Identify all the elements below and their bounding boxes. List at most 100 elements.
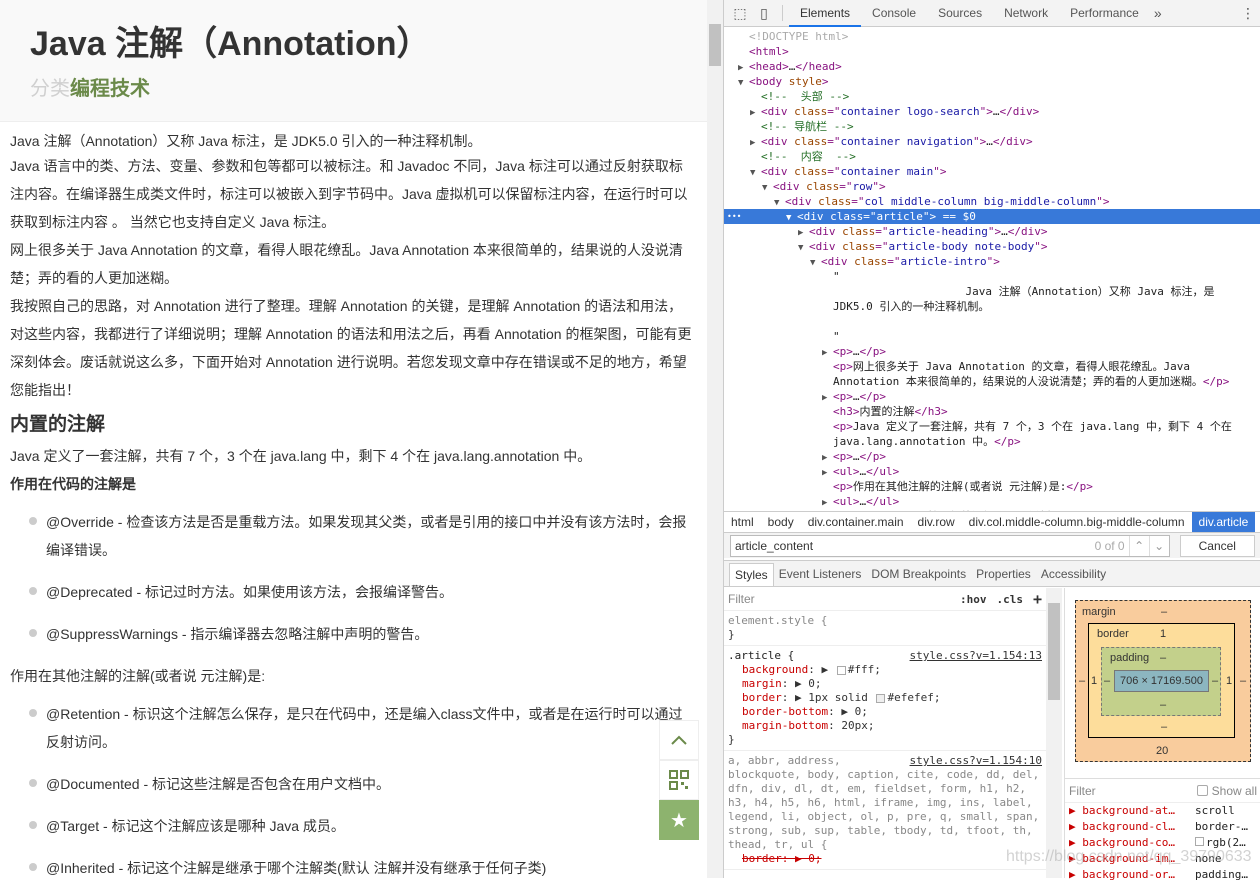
dom-node[interactable]: Annotation 本来很简单的，结果说的人没说清楚；弄的看的人更加迷糊。</… <box>724 374 1260 389</box>
dom-node[interactable]: " <box>724 269 1260 284</box>
dom-node[interactable]: ▶ <div class="container navigation">…</di… <box>724 134 1260 149</box>
breadcrumb-item[interactable]: html <box>724 512 761 532</box>
dom-node[interactable]: " <box>724 329 1260 344</box>
dom-node[interactable]: ▶ <ul>…</ul> <box>724 464 1260 479</box>
search-cancel-button[interactable]: Cancel <box>1179 534 1255 557</box>
tab-performance[interactable]: Performance <box>1059 0 1150 27</box>
dom-token-txt: 网上很多关于 Java Annotation 的文章，看得人眼花缭乱。Java <box>852 360 1190 373</box>
tab-sources[interactable]: Sources <box>927 0 993 27</box>
search-next-icon[interactable]: ⌄ <box>1148 535 1169 556</box>
category-link[interactable]: 编程技术 <box>70 78 150 100</box>
dom-node[interactable]: ▶ <p>…</p> <box>724 389 1260 404</box>
dom-node[interactable]: ▼ <div class="row"> <box>724 179 1260 194</box>
breadcrumb-item[interactable]: div.col.middle-column.big-middle-column <box>962 512 1192 532</box>
kebab-menu-icon[interactable]: ⋮ <box>1236 5 1260 22</box>
favorite-button[interactable]: ★ <box>659 800 699 840</box>
scrollbar-thumb[interactable] <box>709 24 721 66</box>
dom-node[interactable]: java.lang.annotation 中。</p> <box>724 434 1260 449</box>
cls-toggle[interactable]: .cls <box>996 593 1023 606</box>
inspect-element-icon[interactable]: ⬚ <box>728 5 752 22</box>
breadcrumb-item[interactable]: body <box>761 512 801 532</box>
dom-node[interactable]: <p>作用在其他注解的注解(或者说 元注解)是:</p> <box>724 479 1260 494</box>
dom-node[interactable] <box>724 314 1260 329</box>
dom-node[interactable]: ▼ <div class="col middle-column big-middl… <box>724 194 1260 209</box>
dom-node[interactable]: <h3>内置的注解</h3> <box>724 404 1260 419</box>
styles-filter-input[interactable]: Filter <box>728 592 950 606</box>
dom-node[interactable]: ▶ <head>…</head> <box>724 59 1260 74</box>
css-property[interactable]: background: ▶ #fff; <box>728 663 1042 677</box>
rule-source-link[interactable]: style.css?v=1.154:13 <box>910 649 1042 663</box>
breadcrumb-item[interactable]: div.row <box>911 512 962 532</box>
dom-node[interactable]: <!-- 头部 --> <box>724 89 1260 104</box>
breadcrumb-item[interactable]: div.container.main <box>801 512 911 532</box>
color-swatch[interactable] <box>836 665 846 675</box>
tab-network[interactable]: Network <box>993 0 1059 27</box>
css-property[interactable]: margin: ▶ 0; <box>728 677 1042 691</box>
styles-scrollbar[interactable] <box>1046 588 1062 878</box>
dom-node[interactable]: <!-- 导航栏 --> <box>724 119 1260 134</box>
dom-node[interactable]: Java 注解（Annotation）又称 Java 标注，是 <box>724 284 1260 299</box>
search-value[interactable]: article_content <box>731 539 1095 553</box>
computed-filter-input[interactable]: Filter <box>1069 784 1197 798</box>
dom-token-com: <!-- 内容 --> <box>761 150 856 163</box>
dom-node[interactable]: ▼ <div class="article-intro"> <box>724 254 1260 269</box>
tab-event-listeners[interactable]: Event Listeners <box>774 563 867 586</box>
dom-node[interactable]: <!-- 内容 --> <box>724 149 1260 164</box>
tab-accessibility[interactable]: Accessibility <box>1036 563 1111 586</box>
dom-node[interactable]: <!DOCTYPE html> <box>724 29 1260 44</box>
tab-styles[interactable]: Styles <box>729 563 774 586</box>
scrollbar-thumb[interactable] <box>1048 603 1060 700</box>
css-property[interactable]: margin-bottom: 20px; <box>728 719 1042 733</box>
new-rule-button[interactable]: + <box>1033 590 1042 608</box>
box-model-border: border 1 – 1 1 padding – – – – 706 × 171… <box>1088 623 1235 738</box>
dom-node-selected[interactable]: ••• ▼ <div class="article"> == $0 <box>724 209 1260 224</box>
more-tabs-button[interactable]: » <box>1150 0 1166 27</box>
tab-properties[interactable]: Properties <box>971 563 1036 586</box>
list-item: @Retention - 标识这个注解怎么保存，是只在代码中，还是编入class… <box>10 700 693 756</box>
dom-token-tag: =" <box>827 105 841 118</box>
category: 分类编程技术 <box>30 72 707 101</box>
css-property[interactable]: border-bottom: ▶ 0; <box>728 705 1042 719</box>
css-property[interactable]: border: ▶ 1px solid #efefef; <box>728 691 1042 705</box>
dom-node[interactable]: ▼ <body style> <box>724 74 1260 89</box>
hov-toggle[interactable]: :hov <box>960 593 987 606</box>
dom-node[interactable]: ▶ <p>…</p> <box>724 449 1260 464</box>
dom-token-tag: <p> <box>833 390 853 403</box>
builtin-description: Java 定义了一套注解，共有 7 个，3 个在 java.lang 中，剩下 … <box>10 448 592 464</box>
dom-node[interactable]: ▶ <div class="container logo-search">…</d… <box>724 104 1260 119</box>
rule-source-link[interactable]: style.css?v=1.154:10 <box>910 754 1042 768</box>
dom-token-doc: <!DOCTYPE html> <box>749 30 849 43</box>
dom-token-tag: <div <box>809 240 843 253</box>
dom-search-input[interactable]: article_content 0 of 0 ⌃ ⌄ <box>730 534 1170 557</box>
dom-node[interactable]: ▶ <ul>…</ul> <box>724 494 1260 509</box>
breadcrumb-item-active[interactable]: div.article <box>1191 512 1256 532</box>
show-all-checkbox[interactable] <box>1196 785 1208 796</box>
dom-node[interactable]: <p>Java 定义了一套注解，共有 7 个，3 个在 java.lang 中，… <box>724 419 1260 434</box>
computed-row[interactable]: ▶ background-or… padding… <box>1065 867 1260 883</box>
page-scrollbar[interactable] <box>707 0 723 878</box>
dom-node[interactable]: <html> <box>724 44 1260 59</box>
dom-token-txt: 内置的注解 <box>859 405 915 418</box>
node-actions-icon[interactable]: ••• <box>727 209 741 224</box>
tab-console[interactable]: Console <box>861 0 927 27</box>
dom-node[interactable]: JDK5.0 引入的一种注释机制。 <box>724 299 1260 314</box>
qr-code-button[interactable] <box>659 760 699 800</box>
dom-node[interactable]: ▼ <div class="article-body note-body"> <box>724 239 1260 254</box>
dom-token-txt: Annotation 本来很简单的，结果说的人没说清楚；弄的看的人更加迷糊。 <box>833 375 1203 388</box>
dom-node[interactable]: ▶ <div class="article-heading">…</div> <box>724 224 1260 239</box>
tab-dom-breakpoints[interactable]: DOM Breakpoints <box>866 563 971 586</box>
dom-token-val: article-heading <box>888 225 988 238</box>
device-toolbar-icon[interactable]: ▯ <box>752 5 776 22</box>
dom-search-bar: article_content 0 of 0 ⌃ ⌄ Cancel <box>724 532 1260 558</box>
computed-row[interactable]: ▶ background-at… scroll <box>1065 803 1260 819</box>
dom-node[interactable]: <p>网上很多关于 Java Annotation 的文章，看得人眼花缭乱。Ja… <box>724 359 1260 374</box>
dom-node[interactable]: ▶ <p>…</p> <box>724 344 1260 359</box>
dom-token-tag: </div> <box>1007 225 1048 238</box>
dom-node[interactable]: ▼ <div class="container main"> <box>724 164 1260 179</box>
back-to-top-button[interactable] <box>659 720 699 760</box>
css-property-overridden[interactable]: border: ▶ 0; <box>728 852 1042 866</box>
color-swatch[interactable] <box>876 693 886 703</box>
computed-row[interactable]: ▶ background-cl… border-… <box>1065 819 1260 835</box>
tab-elements[interactable]: Elements <box>789 0 862 27</box>
search-prev-icon[interactable]: ⌃ <box>1128 535 1149 556</box>
